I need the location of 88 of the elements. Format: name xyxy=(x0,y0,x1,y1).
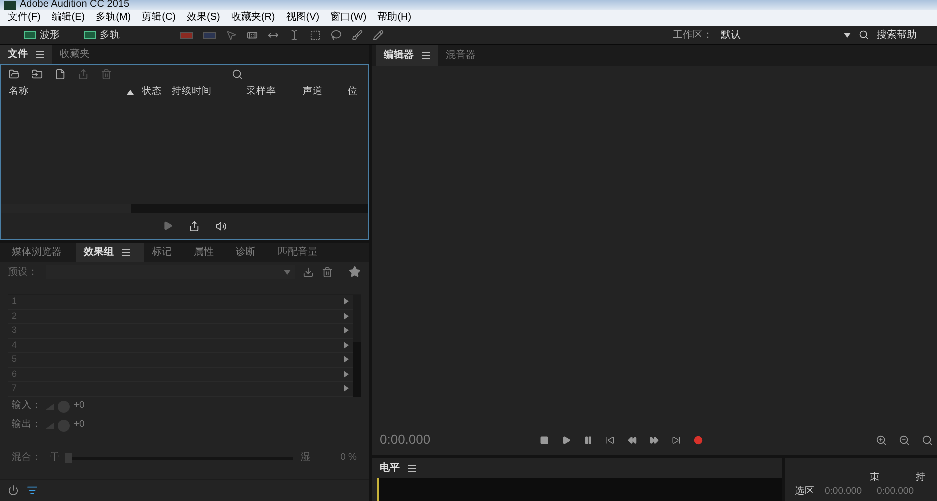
zoom-icon[interactable] xyxy=(922,434,933,446)
power-icon[interactable] xyxy=(8,485,19,496)
record-icon[interactable] xyxy=(694,436,703,444)
dropdown-caret-icon xyxy=(284,270,291,274)
workspace-dropdown[interactable]: 默认 xyxy=(721,28,851,42)
menu-item[interactable]: 编辑(E) xyxy=(52,13,86,23)
zoom-out-icon[interactable] xyxy=(899,434,910,446)
play-icon[interactable] xyxy=(162,221,172,231)
stop-icon[interactable] xyxy=(540,436,549,444)
panel-tab[interactable]: 效果组 xyxy=(76,243,144,262)
workspace-label: 工作区： xyxy=(673,28,713,42)
menu-item[interactable]: 收藏夹(R) xyxy=(231,13,276,23)
dry-label: 干 xyxy=(50,451,60,466)
move-tool-icon[interactable] xyxy=(226,30,237,40)
panel-tab[interactable]: 匹配音量 xyxy=(270,243,332,262)
pause-icon[interactable] xyxy=(584,436,593,444)
menu-item[interactable]: 帮助(H) xyxy=(378,13,412,23)
panel-tab[interactable]: 文件 xyxy=(0,45,52,64)
open-folder-icon[interactable] xyxy=(9,69,20,80)
panel-tab[interactable]: 属性 xyxy=(186,243,228,262)
column-header: 持 xyxy=(916,470,926,484)
mode-button[interactable]: 多轨 xyxy=(80,28,124,42)
dropdown-caret-icon xyxy=(844,32,851,38)
panel-tab[interactable]: 混音器 xyxy=(438,45,484,66)
zoom-in-icon[interactable] xyxy=(876,434,887,446)
new-file-icon[interactable] xyxy=(55,69,66,80)
wet-label: 湿 xyxy=(301,451,311,466)
panel-tab[interactable]: 诊断 xyxy=(228,243,270,262)
column-header[interactable]: 采样率 xyxy=(246,84,303,100)
menu-item[interactable]: 多轨(M) xyxy=(96,13,132,23)
rewind-icon[interactable] xyxy=(628,436,637,444)
play-icon[interactable] xyxy=(562,436,571,444)
column-header[interactable]: 名称 xyxy=(9,84,128,100)
fast-forward-icon[interactable] xyxy=(650,436,659,444)
column-header[interactable]: 位 xyxy=(348,84,360,100)
skip-to-start-icon[interactable] xyxy=(606,436,615,444)
save-preset-icon[interactable] xyxy=(303,266,314,278)
vertical-scrollbar[interactable] xyxy=(353,295,361,396)
favorite-icon[interactable] xyxy=(349,266,361,278)
search-icon[interactable] xyxy=(232,69,243,80)
import-icon[interactable] xyxy=(32,69,43,80)
gain-value: +0 xyxy=(74,418,85,432)
current-time: 0:00.000 xyxy=(380,431,432,450)
preset-label: 预设： xyxy=(8,266,38,280)
gain-label: 输入： xyxy=(12,399,42,414)
menu-item[interactable]: 视图(V) xyxy=(286,13,320,23)
panel-title: 电平 xyxy=(380,462,400,476)
brush-tool-icon[interactable] xyxy=(352,30,363,40)
search-icon[interactable] xyxy=(859,30,869,40)
horizontal-scrollbar[interactable] xyxy=(131,204,368,213)
mix-slider-thumb[interactable] xyxy=(65,453,72,463)
window-title: Adobe Audition CC 2015 xyxy=(20,0,130,10)
sort-ascending-icon xyxy=(127,90,134,94)
marquee-tool-icon[interactable] xyxy=(310,30,321,40)
panel-menu-icon[interactable] xyxy=(422,52,430,59)
menu-item[interactable]: 窗口(W) xyxy=(330,13,367,23)
time-field[interactable]: 0:00.000 xyxy=(877,484,919,499)
column-header[interactable]: 声道 xyxy=(302,84,348,100)
export-icon[interactable] xyxy=(188,220,200,232)
list-icon[interactable] xyxy=(27,485,38,496)
text-cursor-icon[interactable] xyxy=(289,30,300,40)
panel-tab[interactable]: 收藏夹 xyxy=(52,45,98,64)
gain-label: 输出： xyxy=(12,418,42,432)
panel-tab[interactable]: 媒体浏览器 xyxy=(4,243,76,262)
mix-value: 0 % xyxy=(340,451,357,466)
time-field[interactable]: 0:00.000 xyxy=(825,484,867,499)
panel-tab[interactable]: 标记 xyxy=(144,243,186,262)
row-label: 选区 xyxy=(795,484,815,499)
menu-item[interactable]: 效果(S) xyxy=(187,13,220,23)
menu-item[interactable]: 剪辑(C) xyxy=(142,13,176,23)
panel-tab[interactable]: 编辑器 xyxy=(376,45,438,66)
delete-preset-icon[interactable] xyxy=(322,266,333,278)
speaker-icon[interactable] xyxy=(216,220,226,232)
panel-menu-icon[interactable] xyxy=(122,249,130,256)
panel-menu-icon[interactable] xyxy=(408,464,416,472)
app-logo-icon xyxy=(4,1,16,10)
column-header[interactable]: 状态 xyxy=(142,84,172,100)
mode-button[interactable]: 波形 xyxy=(20,28,64,42)
lasso-tool-icon[interactable] xyxy=(331,30,342,40)
search-help-button[interactable]: 搜索帮助 xyxy=(877,28,917,42)
pencil-tool-icon[interactable] xyxy=(373,30,384,40)
skip-to-end-icon[interactable] xyxy=(672,436,681,444)
column-header[interactable]: 持续时间 xyxy=(172,84,247,100)
column-header: 束 xyxy=(870,470,880,484)
mix-label: 混合： xyxy=(12,451,42,466)
panel-menu-icon[interactable] xyxy=(36,51,44,58)
menu-item[interactable]: 文件(F) xyxy=(8,13,41,23)
gain-value: +0 xyxy=(74,399,85,414)
